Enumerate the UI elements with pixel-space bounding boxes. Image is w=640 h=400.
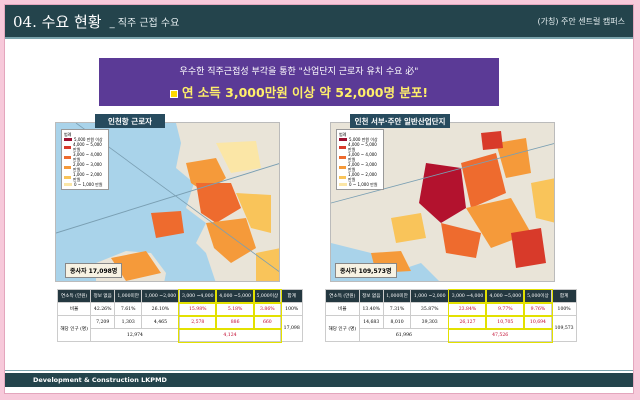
banner-line2: 연 소득 3,000만원 이상 약 52,000명 분포! [99, 82, 499, 101]
banner-line1: 우수한 직주근접성 부각을 통한 "산업단지 근로자 유치 수요 必" [179, 67, 419, 77]
income-table-1: 연소득 (만원) 정보 없음 1,000미만 1,000 ~2,000 3,00… [56, 288, 303, 343]
map1-title: 인천항 근로자 [95, 114, 165, 128]
footer-divider [5, 370, 633, 371]
table-row: 12,974 4,124 [58, 327, 303, 343]
table-row: 해당 인구 (명) 7,209 1,303 4,465 2,578 886 66… [56, 314, 303, 342]
income-table-2: 연소득 (만원) 정보 없음 1,000미만 1,000 ~2,000 3,00… [325, 288, 577, 343]
table-row: 해당 인구 (명) 14,683 8,010 39,303 26,127 10,… [325, 314, 577, 342]
header-bar: 04. 수요 현황 _ 직주 근접 수요 (가칭) 주안 센트럴 캠퍼스 [5, 5, 633, 37]
banner-line2-text: 연 소득 3,000만원 이상 약 52,000명 분포! [181, 85, 429, 100]
table-row: 연소득 (만원) 정보 없음 1,000미만 1,000 ~2,000 3,00… [325, 288, 577, 304]
project-name: (가칭) 주안 센트럴 캠퍼스 [537, 16, 625, 26]
map2-legend: 범례 5,000 만원 이상 4,000 ~ 5,000 만원 3,000 ~ … [336, 129, 384, 190]
map1-workers: 종사자 17,098명 [65, 263, 123, 278]
table-row: 61,996 47,526 [326, 327, 577, 343]
headline-banner: 우수한 직주근접성 부각을 통한 "산업단지 근로자 유치 수요 必" 연 소득… [99, 58, 499, 106]
header-divider [5, 37, 633, 39]
map2-workers: 종사자 109,573명 [335, 263, 397, 278]
map1-legend: 범례 5,000 만원 이상 4,000 ~ 5,000 만원 3,000 ~ … [61, 129, 109, 190]
slide: 04. 수요 현황 _ 직주 근접 수요 (가칭) 주안 센트럴 캠퍼스 우수한… [4, 4, 634, 394]
table-row: 비율 13.40% 7.31% 35.87% 23.84% 9.77% 9.76… [325, 301, 577, 317]
table-row: 비율 42.26% 7.61% 26.10% 15.98% 5.18% 3.86… [56, 301, 303, 317]
footer-bar: Development & Construction LKPMD [5, 373, 633, 387]
page-title: 04. 수요 현황 [13, 12, 102, 31]
square-bullet-icon [169, 90, 178, 98]
table-row: 연소득 (만원) 정보 없음 1,000미만 1,000 ~2,000 3,00… [56, 288, 303, 304]
page-subtitle: _ 직주 근접 수요 [109, 17, 180, 29]
map2-title: 인천 서부·주안 일반산업단지 [350, 114, 450, 128]
